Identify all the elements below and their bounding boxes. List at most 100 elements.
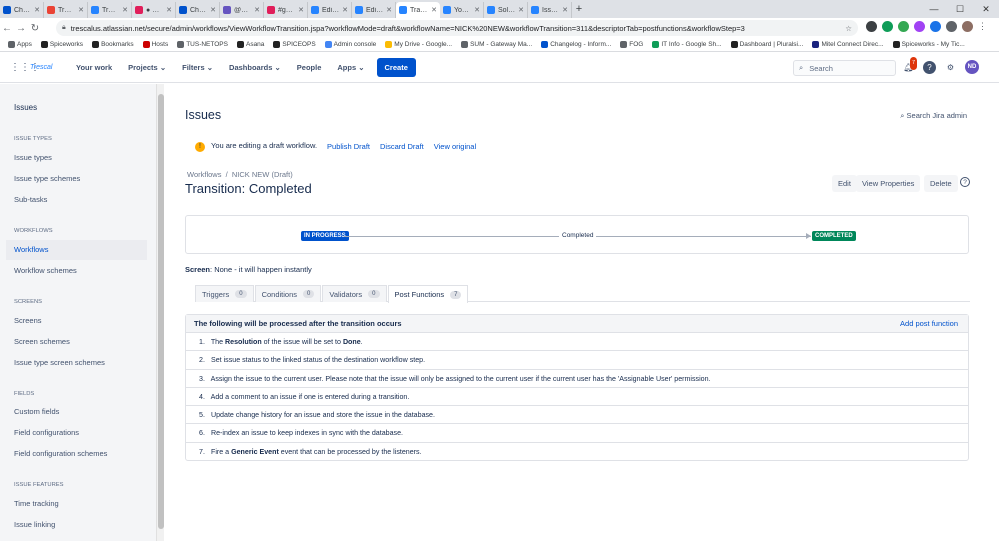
browser-tab[interactable]: Edit — NICK✕ — [308, 2, 352, 18]
browser-tab[interactable]: Issues autom✕ — [528, 2, 572, 18]
bookmark-item[interactable]: TUS-NETOPS — [177, 41, 228, 48]
close-tab-icon[interactable]: ✕ — [78, 6, 84, 14]
browser-tab[interactable]: Trescal IT / I✕ — [44, 2, 88, 18]
help-icon[interactable]: ? — [923, 60, 936, 74]
minimize-icon[interactable]: — — [921, 0, 947, 18]
nav-apps[interactable]: Apps ⌄ — [337, 63, 364, 72]
extension-icon[interactable] — [930, 21, 941, 32]
sidebar-item-workflows[interactable]: Workflows — [6, 240, 147, 260]
extension-icon[interactable] — [946, 21, 957, 32]
tab-post-functions[interactable]: Post Functions 7 — [387, 285, 469, 303]
extension-icon[interactable] — [882, 21, 893, 32]
nav-your-work[interactable]: Your work — [76, 63, 112, 72]
browser-tab[interactable]: Transition: C✕ — [396, 2, 440, 18]
forward-icon[interactable]: → — [14, 23, 28, 34]
sidebar-item-field-configuration-schemes[interactable]: Field configuration schemes — [6, 444, 147, 464]
bookmark-item[interactable]: Admin console — [324, 41, 376, 48]
bookmark-item[interactable]: SPICEOPS — [273, 41, 316, 48]
sidebar-item-sub-tasks[interactable]: Sub-tasks — [6, 190, 147, 210]
bookmark-item[interactable]: Dashboard | Pluralsi... — [730, 41, 803, 48]
browser-tab[interactable]: Changelog✕ — [0, 2, 44, 18]
close-tab-icon[interactable]: ✕ — [386, 6, 392, 14]
browser-tab[interactable]: Changelog✕ — [176, 2, 220, 18]
site-logo[interactable]: Trescal — [30, 64, 60, 71]
sidebar-scrollbar[interactable] — [156, 84, 164, 541]
close-tab-icon[interactable]: ✕ — [166, 6, 172, 14]
extension-icon[interactable] — [866, 21, 877, 32]
close-tab-icon[interactable]: ✕ — [34, 6, 40, 14]
sidebar-item-screen-schemes[interactable]: Screen schemes — [6, 332, 147, 352]
bookmark-item[interactable]: Changelog - Inform... — [541, 41, 611, 48]
maximize-icon[interactable]: ☐ — [947, 0, 973, 18]
tab-triggers[interactable]: Triggers 0 — [195, 285, 254, 302]
sidebar-item-time-tracking[interactable]: Time tracking — [6, 494, 147, 514]
extension-icon[interactable] — [914, 21, 925, 32]
nav-filters[interactable]: Filters ⌄ — [182, 63, 213, 72]
bookmark-item[interactable]: Asana — [236, 41, 264, 48]
bookmark-item[interactable]: SUM - Gateway Ma... — [461, 41, 532, 48]
user-avatar[interactable]: ND — [965, 60, 979, 74]
reload-icon[interactable]: ↻ — [28, 23, 42, 34]
close-tab-icon[interactable]: ✕ — [254, 6, 260, 14]
close-tab-icon[interactable]: ✕ — [431, 6, 437, 14]
create-button[interactable]: Create — [376, 58, 416, 77]
browser-tab[interactable]: @Frostythe✕ — [220, 2, 264, 18]
scrollbar-thumb[interactable] — [158, 94, 164, 529]
sidebar-item-custom-fields[interactable]: Custom fields — [6, 402, 147, 422]
breadcrumb-workflows[interactable]: Workflows — [187, 170, 221, 179]
sidebar-item-field-configurations[interactable]: Field configurations — [6, 423, 147, 443]
sidebar-item-issue-linking[interactable]: Issue linking — [6, 515, 147, 535]
browser-tab[interactable]: Solved: How✕ — [484, 2, 528, 18]
sidebar-item-screens[interactable]: Screens — [6, 311, 147, 331]
search-input[interactable]: ⌕ Search — [793, 60, 896, 76]
help-icon[interactable]: ? — [960, 177, 970, 187]
delete-button[interactable]: Delete — [924, 175, 958, 192]
close-tab-icon[interactable]: ✕ — [518, 6, 524, 14]
nav-dashboards[interactable]: Dashboards ⌄ — [229, 63, 281, 72]
address-bar[interactable]: 🔒︎ trescalus.atlassian.net/secure/admin/… — [56, 20, 858, 36]
sidebar-item-issue-type-schemes[interactable]: Issue type schemes — [6, 169, 147, 189]
add-post-function-link[interactable]: Add post function — [900, 315, 958, 332]
bookmark-item[interactable]: Bookmarks — [92, 41, 134, 48]
browser-tab[interactable]: Trescal, Inc✕ — [88, 2, 132, 18]
extension-icon[interactable] — [898, 21, 909, 32]
bookmark-item[interactable]: Apps — [8, 41, 32, 48]
edit-button[interactable]: Edit — [832, 175, 857, 192]
browser-tab[interactable]: ● Matthew✕ — [132, 2, 176, 18]
bookmark-item[interactable]: Mitel Connect Direc... — [812, 41, 884, 48]
nav-people[interactable]: People — [297, 63, 322, 72]
profile-avatar[interactable] — [962, 21, 973, 32]
publish-draft-link[interactable]: Publish Draft — [327, 142, 370, 151]
tab-validators[interactable]: Validators 0 — [322, 285, 387, 302]
back-icon[interactable]: ← — [0, 23, 14, 34]
sidebar-item-issue-types[interactable]: Issue types — [6, 148, 147, 168]
notifications-icon[interactable]: 🔔︎ 7 — [902, 56, 918, 74]
close-tab-icon[interactable]: ✕ — [342, 6, 348, 14]
sidebar-item-issue-type-screen-schemes[interactable]: Issue type screen schemes — [6, 353, 147, 373]
menu-kebab-icon[interactable]: ⋮ — [978, 21, 989, 32]
sidebar-item-workflow-schemes[interactable]: Workflow schemes — [6, 261, 147, 281]
browser-tab[interactable]: #general✕ — [264, 2, 308, 18]
app-switcher-icon[interactable]: ⋮⋮⋮ — [10, 62, 40, 73]
bookmark-item[interactable]: My Drive - Google... — [385, 41, 452, 48]
bookmark-item[interactable]: Spiceworks - My Tic... — [892, 41, 965, 48]
bookmark-item[interactable]: FOG — [620, 41, 643, 48]
bookmark-item[interactable]: Hosts — [142, 41, 168, 48]
bookmark-item[interactable]: IT Info - Google Sh... — [652, 41, 722, 48]
search-jira-admin-link[interactable]: ⌕ Search Jira admin — [900, 111, 967, 121]
close-tab-icon[interactable]: ✕ — [562, 6, 568, 14]
tab-conditions[interactable]: Conditions 0 — [254, 285, 322, 302]
close-tab-icon[interactable]: ✕ — [474, 6, 480, 14]
browser-tab[interactable]: Edit — NICK✕ — [352, 2, 396, 18]
view-original-link[interactable]: View original — [434, 142, 476, 151]
settings-gear-icon[interactable]: ⚙ — [944, 61, 957, 74]
close-tab-icon[interactable]: ✕ — [210, 6, 216, 14]
browser-tab[interactable]: Your work✕ — [440, 2, 484, 18]
bookmark-star-icon[interactable]: ☆ — [845, 24, 852, 33]
discard-draft-link[interactable]: Discard Draft — [380, 142, 424, 151]
nav-projects[interactable]: Projects ⌄ — [128, 63, 166, 72]
breadcrumb-current[interactable]: NICK NEW (Draft) — [232, 170, 293, 179]
bookmark-item[interactable]: Spiceworks — [40, 41, 83, 48]
close-tab-icon[interactable]: ✕ — [122, 6, 128, 14]
close-tab-icon[interactable]: ✕ — [298, 6, 304, 14]
